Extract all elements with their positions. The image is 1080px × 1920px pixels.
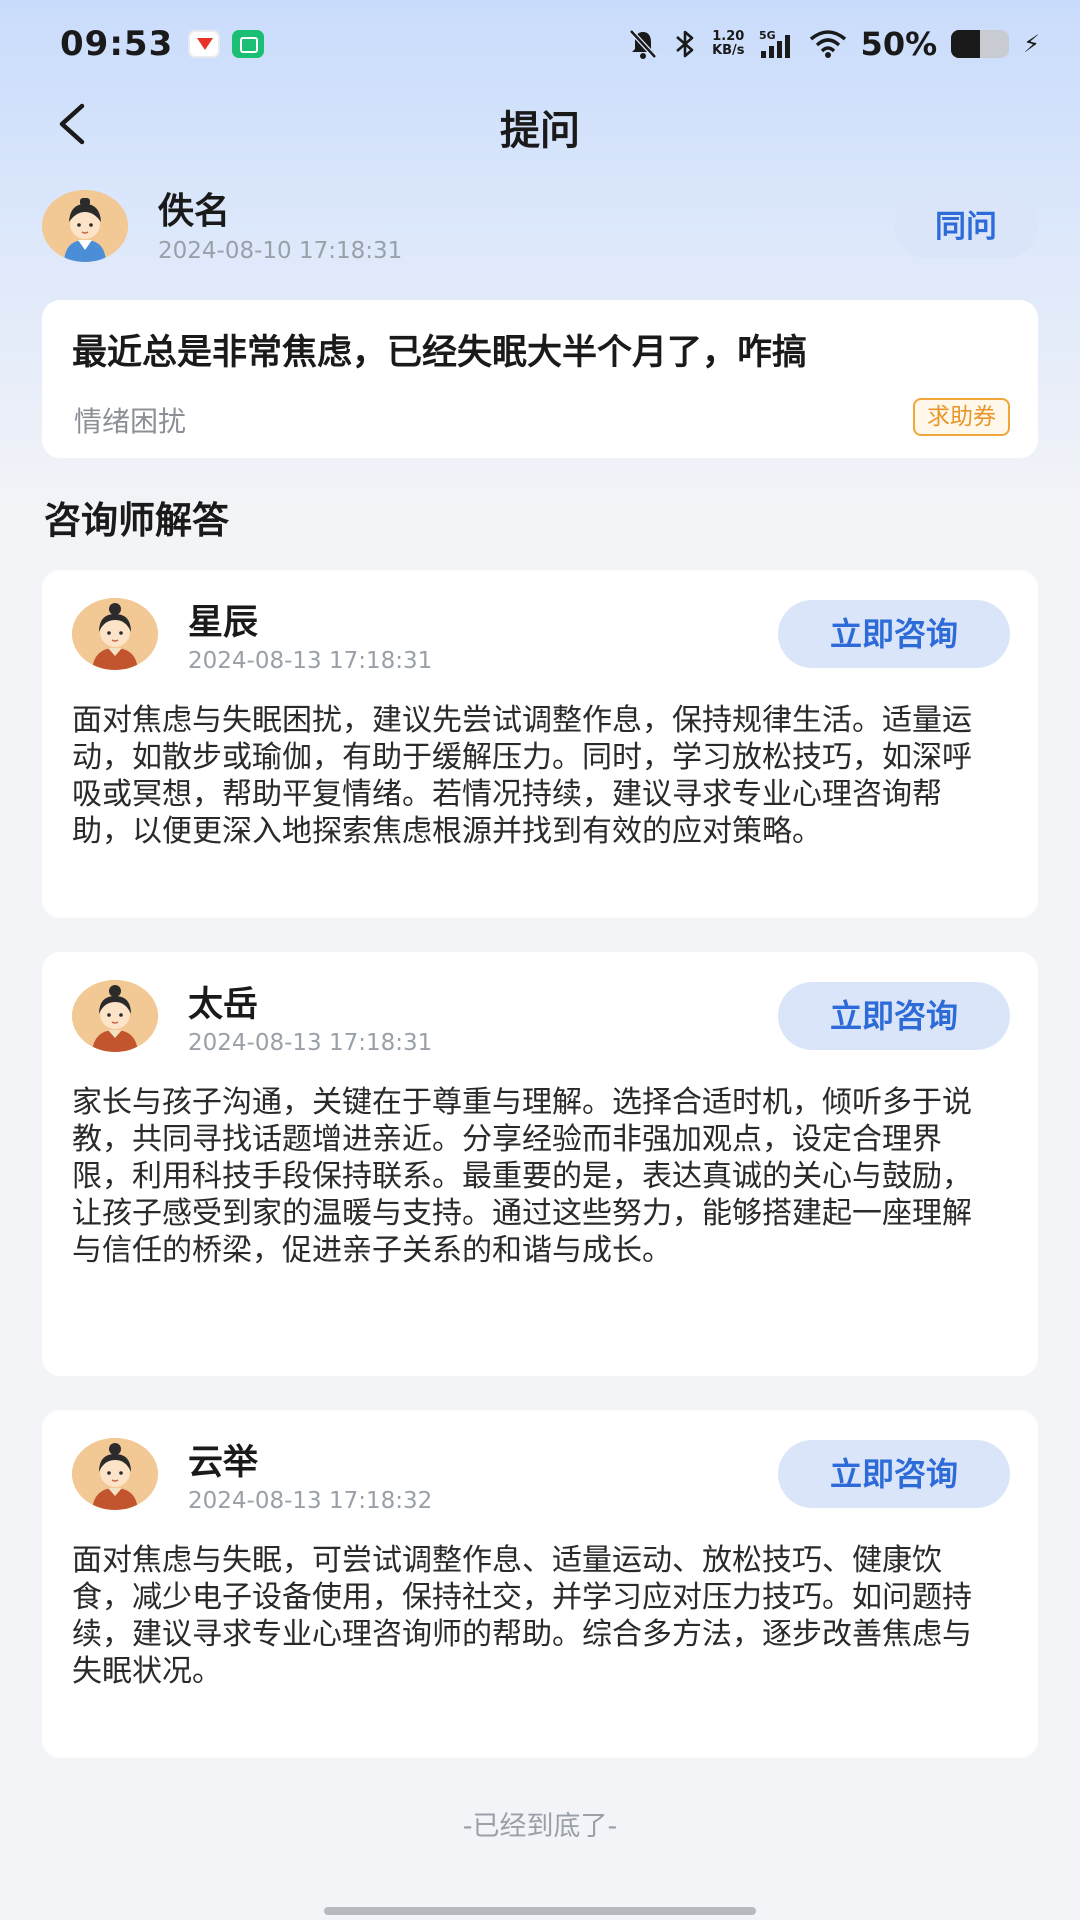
- avatar: [72, 980, 158, 1052]
- end-of-list-text: -已经到底了-: [462, 1811, 618, 1842]
- answer-card: 云举 2024-08-13 17:18:32 立即咨询 面对焦虑与失眠，可尝试调…: [42, 1410, 1038, 1758]
- bluetooth-icon: [672, 28, 698, 60]
- answer-card: 星辰 2024-08-13 17:18:31 立即咨询 面对焦虑与失眠困扰，建议…: [42, 570, 1038, 918]
- consult-now-button[interactable]: 立即咨询: [778, 982, 1010, 1050]
- nav-bar: 提问: [0, 90, 1080, 156]
- page-title: 提问: [500, 108, 580, 154]
- avatar: [72, 598, 158, 670]
- svg-text:5G: 5G: [759, 29, 776, 42]
- question-text: 最近总是非常焦虑，已经失眠大半个月了，咋搞: [72, 333, 808, 373]
- asker-header: 佚名 2024-08-10 17:18:31 同问: [42, 182, 1038, 272]
- status-bar: 09:53 1.20 KB/s 5G 50% ⚡: [0, 0, 1080, 90]
- question-card: 最近总是非常焦虑，已经失眠大半个月了，咋搞 情绪困扰 求助券: [42, 300, 1038, 458]
- counselor-name: 云举: [188, 1443, 259, 1483]
- status-time: 09:53: [60, 24, 174, 64]
- home-indicator[interactable]: [324, 1907, 756, 1915]
- help-coupon-badge: 求助券: [913, 398, 1010, 436]
- wifi-icon: [809, 29, 847, 59]
- signal-icon: 5G: [759, 29, 795, 59]
- answer-card: 太岳 2024-08-13 17:18:31 立即咨询 家长与孩子沟通，关键在于…: [42, 952, 1038, 1376]
- asker-name: 佚名: [158, 191, 231, 232]
- charging-icon: ⚡: [1023, 30, 1040, 58]
- answer-timestamp: 2024-08-13 17:18:32: [188, 1488, 433, 1514]
- red-app-notification-icon: [188, 30, 220, 58]
- green-app-notification-icon: [232, 30, 264, 58]
- answer-text: 家长与孩子沟通，关键在于尊重与理解。选择合适时机，倾听多于说教，共同寻找话题增进…: [72, 1085, 972, 1268]
- same-question-button[interactable]: 同问: [894, 196, 1038, 258]
- status-icons: 1.20 KB/s 5G 50% ⚡: [628, 22, 1040, 66]
- battery-percent: 50%: [860, 25, 938, 63]
- avatar: [42, 190, 128, 262]
- avatar: [72, 1438, 158, 1510]
- question-category: 情绪困扰: [74, 405, 187, 438]
- counselor-name: 太岳: [188, 985, 259, 1025]
- consult-now-button[interactable]: 立即咨询: [778, 600, 1010, 668]
- consult-now-button[interactable]: 立即咨询: [778, 1440, 1010, 1508]
- battery-fill: [951, 30, 981, 58]
- answers-section-title: 咨询师解答: [44, 499, 229, 542]
- network-speed: 1.20 KB/s: [712, 29, 745, 58]
- mute-icon: [628, 28, 658, 60]
- answer-timestamp: 2024-08-13 17:18:31: [188, 1030, 433, 1056]
- asker-timestamp: 2024-08-10 17:18:31: [158, 238, 403, 264]
- answer-text: 面对焦虑与失眠，可尝试调整作息、适量运动、放松技巧、健康饮食，减少电子设备使用，…: [72, 1543, 972, 1689]
- battery-icon: [951, 30, 1010, 58]
- answer-timestamp: 2024-08-13 17:18:31: [188, 648, 433, 674]
- answer-text: 面对焦虑与失眠困扰，建议先尝试调整作息，保持规律生活。适量运动，如散步或瑜伽，有…: [72, 703, 972, 849]
- counselor-name: 星辰: [188, 603, 259, 643]
